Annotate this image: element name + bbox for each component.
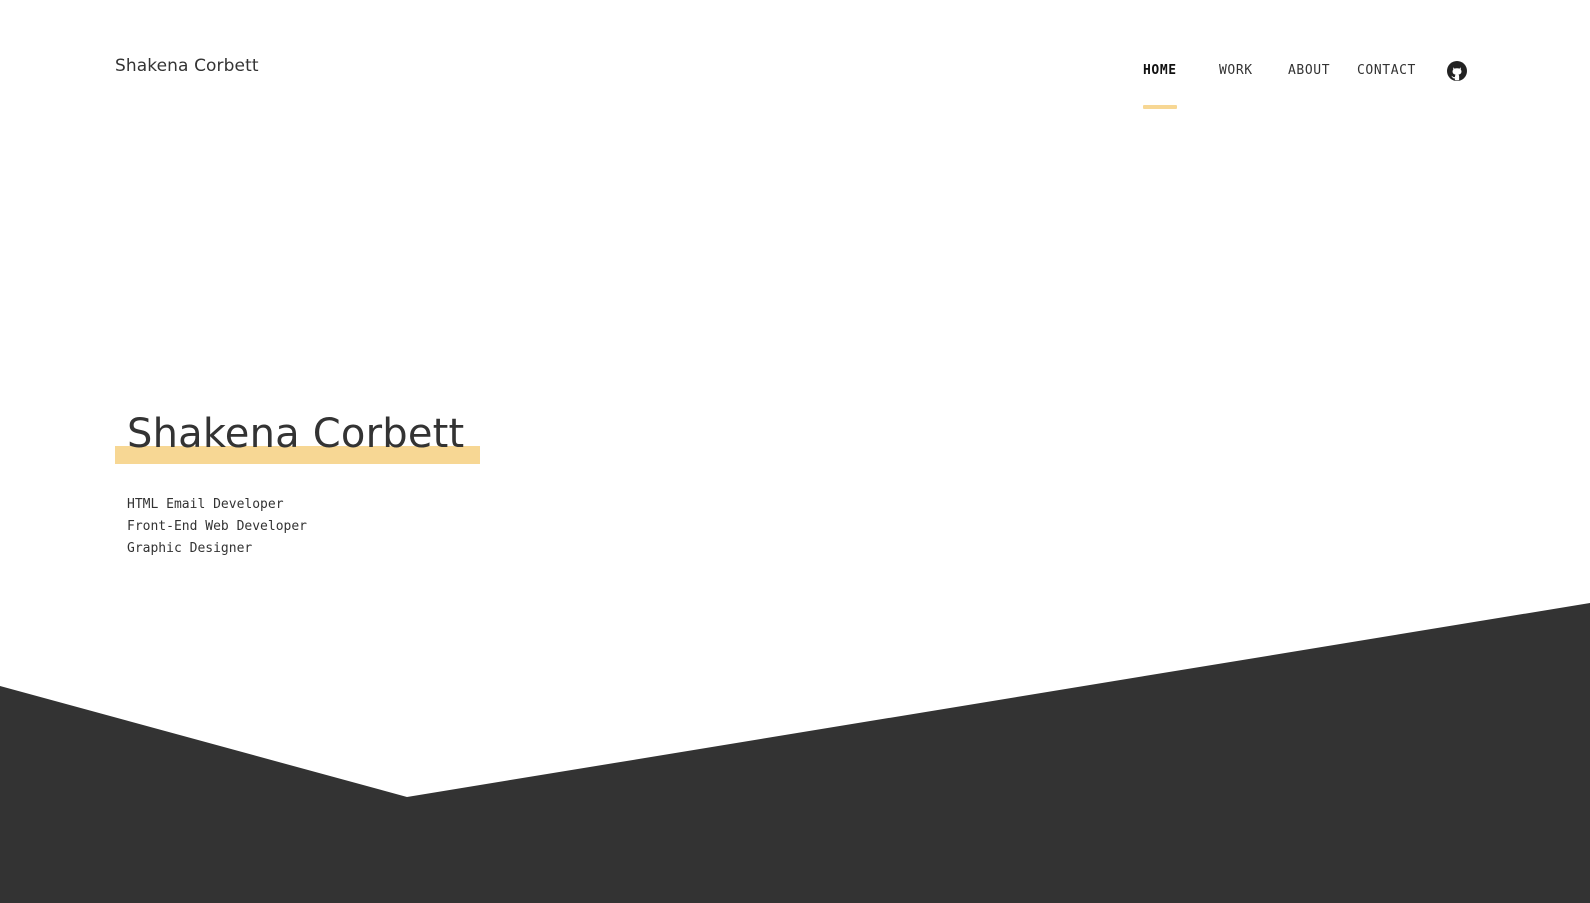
nav-home-link[interactable]: HOME <box>1143 63 1177 109</box>
role-item: Front-End Web Developer <box>127 519 308 534</box>
hero-title-wrap: Shakena Corbett <box>115 400 481 468</box>
role-item: HTML Email Developer <box>127 497 284 512</box>
nav-about-link[interactable]: ABOUT <box>1288 63 1330 79</box>
nav-work-link[interactable]: WORK <box>1219 63 1253 79</box>
hero-title: Shakena Corbett <box>127 411 465 457</box>
github-icon[interactable] <box>1447 61 1467 81</box>
brand-logo-link[interactable]: Shakena Corbett <box>115 56 259 76</box>
roles-list: HTML Email Developer Front-End Web Devel… <box>127 494 480 560</box>
role-item: Graphic Designer <box>127 541 253 556</box>
site-header: Shakena Corbett HOME WORK ABOUT CONTACT <box>0 0 1590 130</box>
hero-section: Shakena Corbett HTML Email Developer Fro… <box>115 400 481 560</box>
nav-contact-link[interactable]: CONTACT <box>1357 63 1416 79</box>
